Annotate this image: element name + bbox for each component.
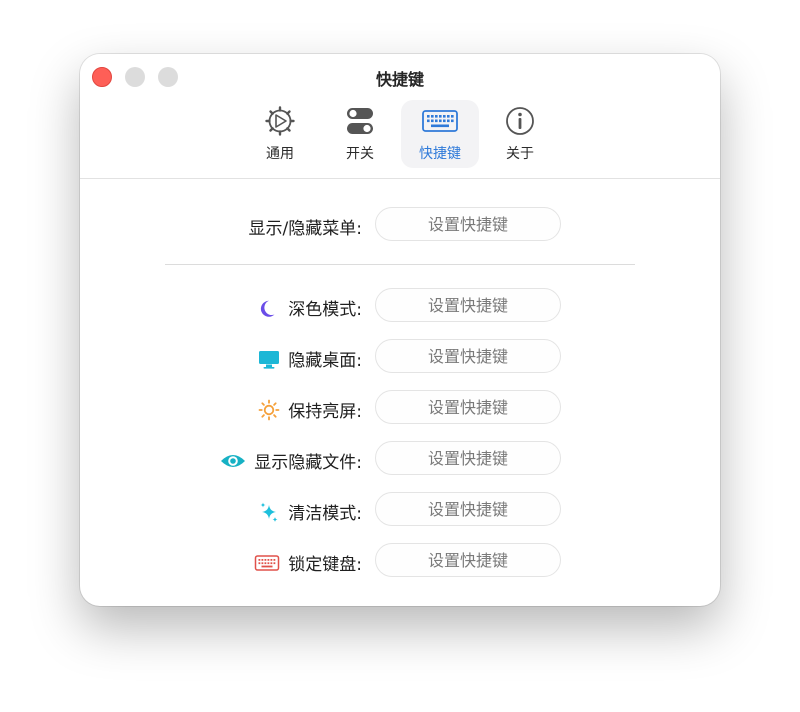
shortcut-label-text: 显示隐藏文件: bbox=[254, 453, 362, 473]
shortcut-label-text: 保持亮屏: bbox=[288, 402, 362, 422]
tab-label: 快捷键 bbox=[419, 146, 461, 162]
tab-label: 开关 bbox=[346, 146, 374, 162]
shortcut-row-hidden-files: 显示隐藏文件: 设置快捷键 bbox=[80, 441, 720, 477]
preferences-tabs: 通用 开关 快捷键 关于 bbox=[240, 100, 560, 168]
shortcut-row-dark-mode: 深色模式: 设置快捷键 bbox=[80, 288, 720, 324]
gear-icon bbox=[265, 106, 295, 136]
shortcut-label: 深色模式: bbox=[258, 295, 362, 320]
eye-icon bbox=[221, 454, 246, 467]
monitor-icon bbox=[259, 350, 280, 369]
toolbar: 快捷键 通用 开关 快捷键 关于 bbox=[80, 54, 720, 179]
tab-general[interactable]: 通用 bbox=[241, 100, 319, 168]
set-shortcut-button[interactable]: 设置快捷键 bbox=[375, 492, 561, 526]
set-shortcut-button[interactable]: 设置快捷键 bbox=[375, 207, 561, 241]
shortcut-label-text: 深色模式: bbox=[288, 300, 362, 320]
sun-icon bbox=[258, 399, 280, 420]
moon-icon bbox=[261, 300, 275, 317]
tab-label: 关于 bbox=[506, 146, 534, 162]
tab-about[interactable]: 关于 bbox=[481, 100, 559, 168]
tab-shortcuts[interactable]: 快捷键 bbox=[401, 100, 479, 168]
shortcut-label-text: 显示/隐藏菜单: bbox=[248, 219, 362, 239]
keyboard-icon bbox=[255, 554, 280, 571]
toggle-icon bbox=[347, 108, 373, 134]
preferences-window: 快捷键 通用 开关 快捷键 关于 显示/隐藏菜单: 设置快捷键 深色模式: 设置… bbox=[80, 54, 720, 606]
shortcut-row-menu: 显示/隐藏菜单: 设置快捷键 bbox=[80, 207, 720, 243]
window-title: 快捷键 bbox=[375, 70, 424, 89]
set-shortcut-button[interactable]: 设置快捷键 bbox=[375, 441, 561, 475]
shortcut-label-text: 隐藏桌面: bbox=[288, 351, 362, 371]
tab-switches[interactable]: 开关 bbox=[321, 100, 399, 168]
shortcut-row-keep-awake: 保持亮屏: 设置快捷键 bbox=[80, 390, 720, 426]
shortcut-row-hide-desktop: 隐藏桌面: 设置快捷键 bbox=[80, 339, 720, 375]
set-shortcut-button[interactable]: 设置快捷键 bbox=[375, 339, 561, 373]
set-shortcut-button[interactable]: 设置快捷键 bbox=[375, 390, 561, 424]
sparkle-icon bbox=[260, 502, 278, 522]
tab-label: 通用 bbox=[266, 146, 294, 162]
shortcut-label: 显示隐藏文件: bbox=[220, 448, 362, 473]
info-icon bbox=[506, 107, 534, 135]
set-shortcut-button[interactable]: 设置快捷键 bbox=[375, 543, 561, 577]
shortcut-label-text: 清洁模式: bbox=[288, 504, 362, 524]
shortcut-label: 隐藏桌面: bbox=[258, 346, 362, 371]
shortcut-label: 显示/隐藏菜单: bbox=[249, 214, 362, 239]
shortcut-label: 锁定键盘: bbox=[254, 550, 362, 575]
shortcut-label-text: 锁定键盘: bbox=[288, 555, 362, 575]
shortcut-label: 保持亮屏: bbox=[258, 397, 362, 422]
keyboard-icon bbox=[422, 110, 458, 132]
divider bbox=[165, 264, 635, 265]
shortcut-row-lock-keyboard: 锁定键盘: 设置快捷键 bbox=[80, 543, 720, 579]
set-shortcut-button[interactable]: 设置快捷键 bbox=[375, 288, 561, 322]
shortcut-label: 清洁模式: bbox=[258, 499, 362, 524]
shortcut-row-clean-mode: 清洁模式: 设置快捷键 bbox=[80, 492, 720, 528]
